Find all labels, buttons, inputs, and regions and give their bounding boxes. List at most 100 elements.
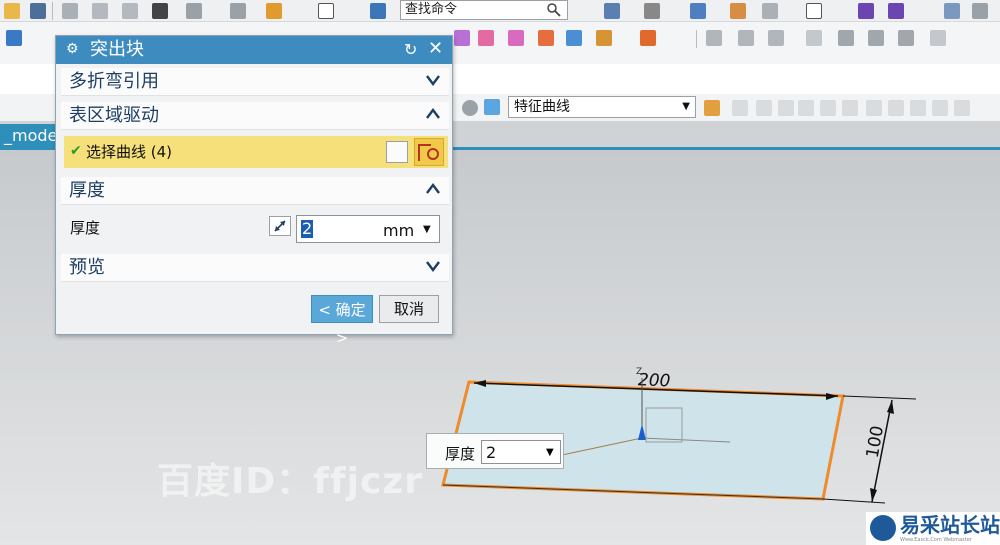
chevron-down-icon[interactable] (425, 258, 441, 274)
sheet-feature-icon-3[interactable] (508, 30, 524, 46)
command-search-input[interactable]: 查找命令 (400, 0, 568, 20)
reverse-direction-icon[interactable] (269, 216, 291, 236)
curve-list-icon[interactable] (386, 141, 408, 163)
sphere-icon[interactable] (462, 100, 478, 116)
snap-mode-icon-1[interactable] (732, 100, 748, 116)
assembly-icon-2[interactable] (738, 30, 754, 46)
cancel-button[interactable]: 取消 (379, 295, 439, 323)
top-toolbar-row: 查找命令 (0, 0, 1000, 22)
float-thickness-label: 厚度 (445, 445, 476, 463)
select-curve-label: 选择曲线 (4) (86, 143, 173, 161)
section-label: 厚度 (69, 180, 105, 201)
sheet-feature-icon-5[interactable] (566, 30, 582, 46)
sheet-feature-icon-7[interactable] (640, 30, 656, 46)
touch-mode-icon[interactable] (266, 3, 282, 19)
assembly-icon-1[interactable] (706, 30, 722, 46)
assembly-icon-8[interactable] (930, 30, 946, 46)
assembly-icon-5[interactable] (838, 30, 854, 46)
snap-mode-icon-6[interactable] (842, 100, 858, 116)
sketch-curve-icon[interactable] (414, 138, 444, 166)
csys-z-label: Z (636, 367, 642, 377)
chevron-down-icon[interactable]: ▼ (546, 447, 554, 458)
snap-mode-icon-10[interactable] (932, 100, 948, 116)
copy-icon[interactable] (92, 3, 108, 19)
redo-icon[interactable] (230, 3, 246, 19)
snap-mode-icon-9[interactable] (910, 100, 926, 116)
gear-icon[interactable]: ⚙ (66, 42, 80, 56)
measure-icon[interactable] (972, 3, 988, 19)
chevron-down-icon[interactable] (425, 72, 441, 88)
curve-rule-value: 特征曲线 (514, 99, 570, 115)
save-icon[interactable] (30, 3, 46, 19)
assembly-icon-4[interactable] (806, 30, 822, 46)
thickness-value[interactable]: 2 (301, 220, 314, 238)
section-bend-reference[interactable]: 多折弯引用 (61, 68, 449, 96)
dimension-arrow (870, 488, 877, 502)
curve-rule-select[interactable]: 特征曲线 ▼ (508, 96, 696, 118)
brand-subtitle: Www.Easck.Com Webmaster (900, 537, 972, 543)
chevron-down-icon: ▼ (682, 101, 690, 112)
section-preview[interactable]: 预览 (61, 254, 449, 282)
sheet-feature-icon-6[interactable] (596, 30, 612, 46)
dimension-width-text[interactable]: 100 (863, 424, 888, 459)
snap-mode-icon-4[interactable] (798, 100, 814, 116)
search-icon[interactable] (546, 2, 562, 18)
window-icon[interactable] (318, 3, 334, 19)
assembly-icon-3[interactable] (768, 30, 784, 46)
snap-mode-icon-8[interactable] (888, 100, 904, 116)
layer-icon[interactable] (730, 3, 746, 19)
arrow-right-icon[interactable] (704, 100, 720, 116)
brand-logo-icon (870, 515, 896, 541)
sheet-feature-icon-4[interactable] (538, 30, 554, 46)
assembly-icon-7[interactable] (898, 30, 914, 46)
float-thickness-input[interactable]: 2 ▼ (481, 440, 561, 464)
baidu-watermark: 百度ID：ffjczr (157, 461, 423, 502)
snap-mode-icon-3[interactable] (778, 100, 794, 116)
section-surface-region[interactable]: 表区域驱动 (61, 102, 449, 130)
shade-icon[interactable] (762, 3, 778, 19)
render-style-icon[interactable] (644, 3, 660, 19)
snap-mode-icon-2[interactable] (756, 100, 772, 116)
section-label: 多折弯引用 (69, 71, 159, 92)
filter-icon[interactable] (604, 3, 620, 19)
thickness-unit: mm (383, 221, 415, 240)
paste-icon[interactable] (122, 3, 138, 19)
select-curve-row[interactable]: ✔ 选择曲线 (4) (64, 136, 448, 168)
snap-mode-icon-11[interactable] (954, 100, 970, 116)
thickness-input[interactable]: 2 mm ▼ (296, 215, 440, 243)
command-finder-icon[interactable] (370, 3, 386, 19)
reset-icon[interactable]: ↻ (404, 40, 417, 59)
table-icon[interactable] (944, 3, 960, 19)
thickness-field-label: 厚度 (70, 219, 101, 237)
delete-icon[interactable] (152, 3, 168, 19)
model-tab[interactable]: _mode (0, 124, 60, 148)
cut-icon[interactable] (62, 3, 78, 19)
toolbar-separator (696, 30, 697, 48)
close-icon[interactable]: ✕ (428, 38, 443, 59)
select-arrow-icon[interactable] (6, 30, 22, 46)
chevron-down-icon[interactable]: ▼ (423, 224, 431, 235)
assembly-icon-6[interactable] (868, 30, 884, 46)
background-icon[interactable] (806, 3, 822, 19)
open-folder-icon[interactable] (4, 3, 20, 19)
snap-point-icon[interactable] (888, 3, 904, 19)
undo-icon[interactable] (186, 3, 202, 19)
snap-icon[interactable] (858, 3, 874, 19)
float-thickness-value[interactable]: 2 (486, 443, 496, 462)
dialog-title-bar[interactable]: ⚙ 突出块 ↻ ✕ (56, 36, 452, 64)
cube-view-icon[interactable] (690, 3, 706, 19)
sheet-feature-icon-2[interactable] (478, 30, 494, 46)
snap-mode-icon-7[interactable] (866, 100, 882, 116)
solid-body-icon[interactable] (484, 99, 500, 115)
extension-line (822, 498, 886, 504)
chevron-up-icon[interactable] (425, 181, 441, 197)
chevron-up-icon[interactable] (425, 106, 441, 122)
toolbar-separator (52, 2, 53, 20)
sheet-feature-icon-1[interactable] (454, 30, 470, 46)
extension-line (842, 395, 917, 400)
snap-mode-icon-5[interactable] (820, 100, 836, 116)
dimension-length-text[interactable]: 200 (638, 370, 671, 391)
section-thickness[interactable]: 厚度 (61, 177, 449, 205)
dimension-arrow (887, 400, 894, 414)
ok-button[interactable]: < 确定 > (311, 295, 373, 347)
